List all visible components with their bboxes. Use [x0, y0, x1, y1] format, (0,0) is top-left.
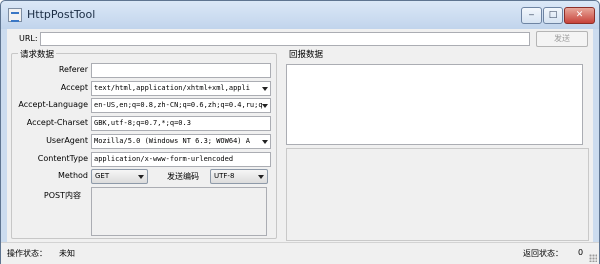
referer-label: Referer — [58, 65, 88, 74]
return-status-value: 0 — [578, 248, 584, 257]
response-group-title: 回报数据 — [287, 48, 326, 60]
accept-combo[interactable]: text/html,application/xhtml+xml,appli — [91, 81, 271, 96]
useragent-label: UserAgent — [46, 136, 88, 145]
op-status-value: 未知 — [59, 249, 75, 258]
request-group-title: 请求数据 — [18, 48, 57, 60]
url-label: URL: — [19, 34, 38, 43]
chevron-down-icon — [262, 104, 268, 108]
chevron-down-icon — [262, 87, 268, 91]
method-select[interactable]: GET — [91, 169, 148, 184]
close-button[interactable]: ✕ — [564, 7, 595, 24]
maximize-button[interactable]: □ — [543, 7, 563, 24]
accept-language-combo[interactable]: en-US,en;q=0.8,zh-CN;q=0.6,zh;q=0.4,ru;q — [91, 98, 271, 113]
encoding-select[interactable]: UTF-8 — [210, 169, 268, 184]
accept-value: text/html,application/xhtml+xml,appli — [94, 84, 250, 92]
minimize-button[interactable]: ‒ — [521, 7, 542, 24]
send-button[interactable]: 发送 — [536, 31, 588, 47]
accept-charset-input[interactable]: GBK,utf-8;q=0.7,*;q=0.3 — [91, 116, 271, 131]
resize-grip-icon[interactable] — [589, 254, 597, 262]
chevron-down-icon — [258, 175, 264, 179]
accept-charset-label: Accept-Charset — [26, 118, 88, 127]
post-content-textarea[interactable] — [91, 187, 267, 236]
useragent-combo[interactable]: Mozilla/5.0 (Windows NT 6.3; WOW64) A — [91, 134, 271, 149]
op-status-label: 操作状态： — [7, 249, 47, 258]
accept-language-value: en-US,en;q=0.8,zh-CN;q=0.6,zh;q=0.4,ru;q — [94, 101, 263, 109]
useragent-value: Mozilla/5.0 (Windows NT 6.3; WOW64) A — [94, 137, 250, 145]
status-bar: 操作状态： 未知 返回状态： 0 — [1, 242, 599, 264]
title-bar[interactable]: HttpPostTool ‒ □ ✕ — [1, 1, 599, 29]
app-icon — [8, 8, 22, 22]
method-value: GET — [95, 172, 110, 180]
encoding-label: 发送编码 — [167, 172, 199, 181]
window-title: HttpPostTool — [27, 8, 96, 21]
accept-language-label: Accept-Language — [18, 100, 88, 109]
accept-label: Accept — [60, 83, 88, 92]
return-status-label: 返回状态： — [523, 249, 563, 258]
response-headers-textarea[interactable] — [286, 64, 583, 145]
url-input[interactable] — [40, 32, 530, 46]
referer-input[interactable] — [91, 63, 271, 78]
method-label: Method — [57, 171, 88, 180]
app-window: HttpPostTool ‒ □ ✕ URL: 发送 请求数据 Referer … — [0, 0, 600, 264]
contenttype-label: ContentType — [37, 154, 88, 163]
client-area: URL: 发送 请求数据 Referer Accept text/html,ap… — [7, 29, 593, 259]
encoding-value: UTF-8 — [214, 172, 235, 180]
chevron-down-icon — [138, 175, 144, 179]
contenttype-input[interactable]: application/x-www-form-urlencoded — [91, 152, 271, 167]
post-content-label: POST内容 — [43, 191, 81, 200]
response-body-panel[interactable] — [286, 148, 589, 241]
chevron-down-icon — [262, 140, 268, 144]
